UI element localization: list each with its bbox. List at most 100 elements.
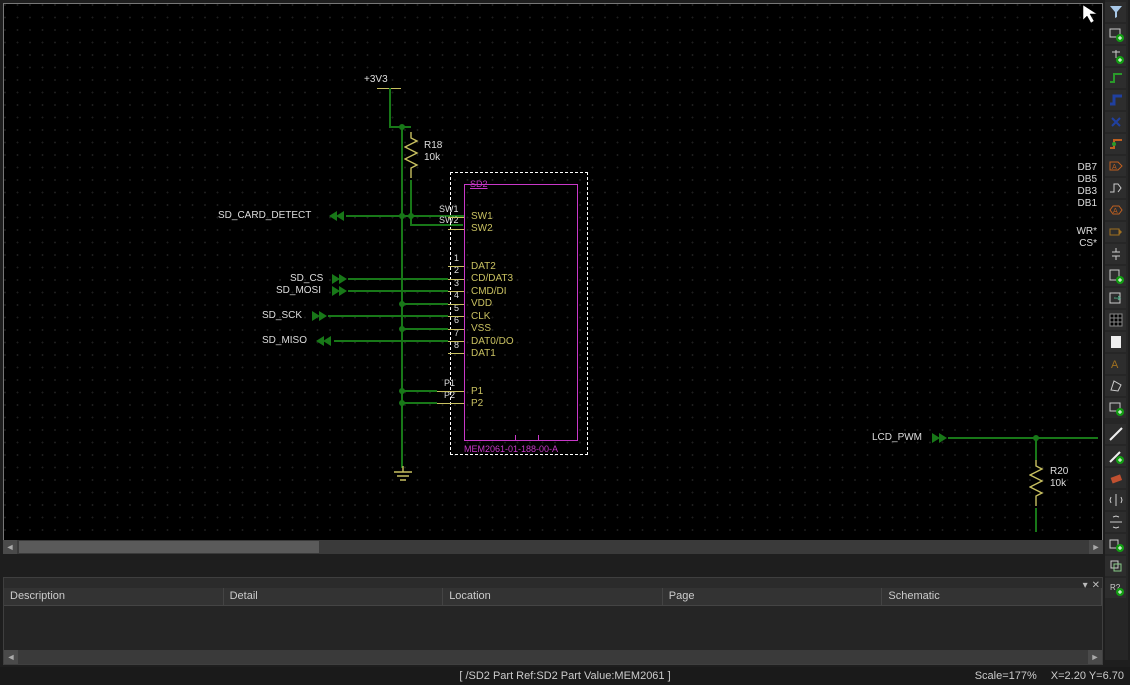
wire[interactable] — [348, 278, 448, 280]
add-component-icon[interactable] — [1105, 24, 1126, 44]
add-class-icon[interactable] — [1105, 534, 1126, 554]
status-bar: [ /SD2 Part Ref:SD2 Part Value:MEM2061 ]… — [0, 667, 1130, 685]
pinnum: P1 — [444, 378, 455, 388]
bus-tool-icon[interactable] — [1105, 90, 1126, 110]
pinnum: 1 — [454, 253, 459, 263]
scroll-thumb[interactable] — [19, 541, 319, 553]
scroll-right-icon[interactable]: ► — [1088, 650, 1102, 664]
panel-horizontal-scrollbar[interactable]: ◄ ► — [4, 650, 1102, 664]
col-schematic[interactable]: Schematic — [882, 588, 1102, 605]
status-coords: X=2.20 Y=6.70 — [1051, 670, 1124, 682]
line-tool-icon[interactable] — [1105, 424, 1126, 444]
net-sd-sck: SD_SCK — [262, 310, 302, 321]
page-icon[interactable] — [1105, 332, 1126, 352]
wire[interactable] — [328, 315, 448, 317]
col-page[interactable]: Page — [663, 588, 883, 605]
svg-text:A: A — [1112, 164, 1117, 171]
schematic-canvas[interactable]: +3V3 R18 10k SD_CARD_DETECT SW1 SW2 — [3, 3, 1103, 545]
pinstub — [448, 229, 464, 230]
junction — [399, 388, 405, 394]
scroll-left-icon[interactable]: ◄ — [3, 540, 17, 554]
net-wr: WR* — [1076, 226, 1097, 237]
grid-icon[interactable] — [1105, 310, 1126, 330]
wire[interactable] — [389, 88, 391, 128]
messages-panel[interactable]: ▾ ✕ Description Detail Location Page Sch… — [3, 577, 1103, 665]
polygon-icon[interactable] — [1105, 376, 1126, 396]
filter-tool-icon[interactable] — [1105, 2, 1126, 22]
pin-p2: P2 — [471, 398, 483, 409]
resistor-r18[interactable] — [404, 132, 424, 187]
comp-value: MEM2061-01-188-00-A — [464, 444, 558, 454]
power-rail-label: +3V3 — [364, 74, 388, 85]
pinstub — [448, 304, 464, 305]
col-location[interactable]: Location — [443, 588, 663, 605]
panel-dock-icon[interactable]: ▾ — [1083, 580, 1088, 591]
cursor-indicator — [1082, 4, 1102, 24]
text-icon[interactable]: A — [1105, 354, 1126, 374]
col-description[interactable]: Description — [4, 588, 224, 605]
annotate-icon[interactable]: R? — [1105, 578, 1126, 598]
net-cs: CS* — [1079, 238, 1097, 249]
wire-tool-icon[interactable] — [1105, 68, 1126, 88]
port-in-icon — [339, 274, 347, 284]
hier-label-icon[interactable] — [1105, 222, 1126, 242]
net-sd-detect: SD_CARD_DETECT — [218, 210, 311, 221]
add-power-icon[interactable] — [1105, 46, 1126, 66]
pin-clk: CLK — [471, 311, 490, 322]
mirror-h-icon[interactable] — [1105, 490, 1126, 510]
wire[interactable] — [401, 128, 403, 468]
import-pin-icon[interactable] — [1105, 288, 1126, 308]
panel-body[interactable] — [4, 606, 1102, 656]
pin-vss: VSS — [471, 323, 491, 334]
net-db5: DB5 — [1078, 174, 1097, 185]
col-detail[interactable]: Detail — [224, 588, 444, 605]
wire[interactable] — [410, 180, 412, 216]
pinstub — [448, 217, 464, 218]
global-label-icon[interactable]: A — [1105, 200, 1126, 220]
wire[interactable] — [948, 437, 1098, 439]
wire[interactable] — [1035, 438, 1037, 460]
pinstub — [448, 279, 464, 280]
pin-sw2: SW2 — [471, 223, 493, 234]
pinstub — [436, 391, 464, 392]
pin-dat0: DAT0/DO — [471, 336, 514, 347]
status-selection: [ /SD2 Part Ref:SD2 Part Value:MEM2061 ] — [0, 670, 1130, 682]
wire[interactable] — [401, 328, 448, 330]
wire[interactable] — [1035, 508, 1037, 532]
capacitor-icon[interactable] — [1105, 244, 1126, 264]
status-scale: Scale=177% — [975, 670, 1037, 682]
wire[interactable] — [348, 290, 448, 292]
scroll-left-icon[interactable]: ◄ — [4, 650, 18, 664]
mirror-v-icon[interactable] — [1105, 512, 1126, 532]
wire[interactable] — [401, 303, 448, 305]
pin-dat2: DAT2 — [471, 261, 496, 272]
panel-close-icon[interactable]: ✕ — [1092, 580, 1100, 591]
no-connect-icon[interactable] — [1105, 112, 1126, 132]
net-lcd-pwm: LCD_PWM — [872, 432, 922, 443]
junction-icon[interactable] — [1105, 134, 1126, 154]
pinstub — [448, 291, 464, 292]
wire[interactable] — [410, 216, 412, 226]
scroll-right-icon[interactable]: ► — [1089, 540, 1103, 554]
add-sheet-icon[interactable] — [1105, 266, 1126, 286]
pinstub — [436, 403, 464, 404]
net-label-icon[interactable]: A — [1105, 156, 1126, 176]
comp-ref: SD2 — [470, 179, 582, 189]
add-image-icon[interactable] — [1105, 398, 1126, 418]
unfold-icon[interactable] — [1105, 178, 1126, 198]
resistor-r20[interactable] — [1029, 460, 1049, 515]
port-in-icon — [939, 433, 947, 443]
pin-dat1: DAT1 — [471, 348, 496, 359]
port-in-icon — [319, 311, 327, 321]
junction — [399, 301, 405, 307]
wire[interactable] — [401, 402, 437, 404]
wire[interactable] — [401, 390, 437, 392]
add-line-icon[interactable] — [1105, 446, 1126, 466]
copy-icon[interactable] — [1105, 556, 1126, 576]
svg-text:A: A — [1111, 359, 1119, 371]
net-db7: DB7 — [1078, 162, 1097, 173]
pinstub — [448, 329, 464, 330]
wire[interactable] — [334, 340, 448, 342]
erase-icon[interactable] — [1105, 468, 1126, 488]
canvas-horizontal-scrollbar[interactable]: ◄ ► — [3, 540, 1103, 554]
